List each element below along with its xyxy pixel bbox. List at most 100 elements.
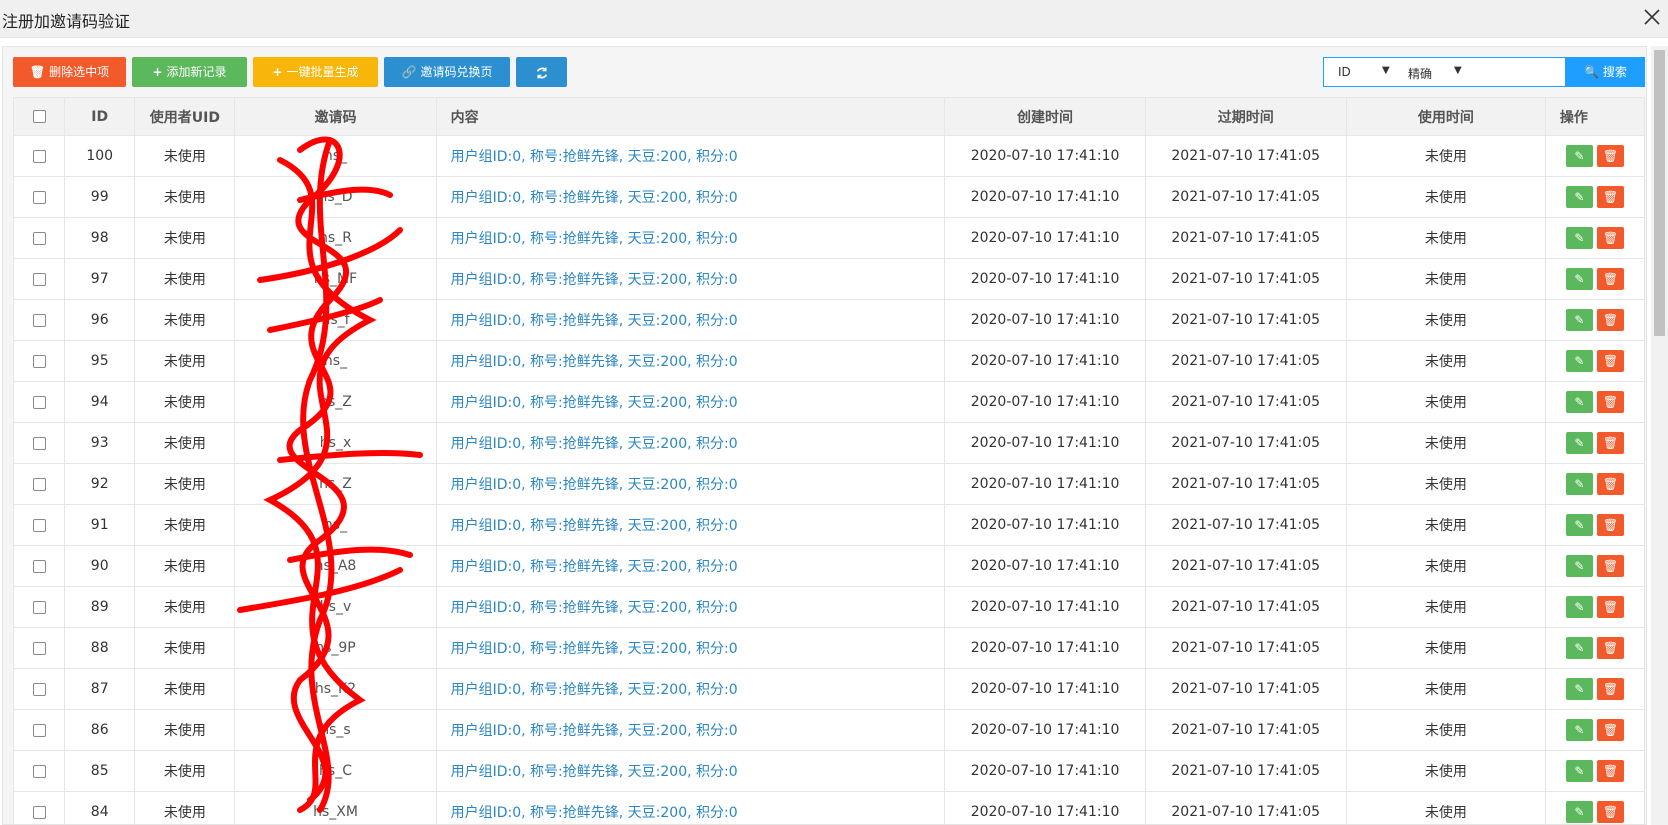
edit-button[interactable]: ✎ [1565, 432, 1593, 454]
delete-button[interactable]: 🗑 [1596, 309, 1624, 331]
row-content[interactable]: 用户组ID:0, 称号:抢鲜先锋, 天豆:200, 积分:0 [435, 627, 946, 669]
refresh-button[interactable] [516, 57, 567, 87]
edit-button[interactable]: ✎ [1565, 186, 1593, 208]
row-expire-time: 2021-07-10 17:41:05 [1144, 258, 1347, 300]
row-content[interactable]: 用户组ID:0, 称号:抢鲜先锋, 天豆:200, 积分:0 [435, 709, 946, 751]
edit-button[interactable]: ✎ [1565, 514, 1593, 536]
vertical-scrollbar[interactable] [1651, 46, 1668, 825]
delete-button[interactable]: 🗑 [1596, 432, 1624, 454]
edit-button[interactable]: ✎ [1565, 760, 1593, 782]
row-uid: 未使用 [134, 381, 236, 423]
row-content[interactable]: 用户组ID:0, 称号:抢鲜先锋, 天豆:200, 积分:0 [435, 299, 946, 341]
row-select-cell [12, 340, 66, 382]
row-checkbox[interactable] [32, 723, 46, 737]
edit-button[interactable]: ✎ [1565, 678, 1593, 700]
column-header-created[interactable]: 创建时间 [944, 97, 1146, 136]
row-content[interactable]: 用户组ID:0, 称号:抢鲜先锋, 天豆:200, 积分:0 [435, 135, 946, 177]
delete-button[interactable]: 🗑 [1596, 801, 1624, 823]
column-header-id[interactable]: ID [64, 97, 136, 136]
delete-button[interactable]: 🗑 [1596, 268, 1624, 290]
edit-button[interactable]: ✎ [1565, 145, 1593, 167]
row-checkbox[interactable] [32, 395, 46, 409]
row-id: 86 [64, 709, 136, 751]
row-checkbox[interactable] [32, 149, 46, 163]
edit-button[interactable]: ✎ [1565, 719, 1593, 741]
row-content[interactable]: 用户组ID:0, 称号:抢鲜先锋, 天豆:200, 积分:0 [435, 340, 946, 382]
delete-button[interactable]: 🗑 [1596, 760, 1624, 782]
delete-button[interactable]: 🗑 [1596, 596, 1624, 618]
row-content[interactable]: 用户组ID:0, 称号:抢鲜先锋, 天豆:200, 积分:0 [435, 381, 946, 423]
delete-selected-button[interactable]: 🗑 删除选中项 [13, 57, 126, 87]
edit-button[interactable]: ✎ [1565, 391, 1593, 413]
row-content[interactable]: 用户组ID:0, 称号:抢鲜先锋, 天豆:200, 积分:0 [435, 463, 946, 505]
row-content[interactable]: 用户组ID:0, 称号:抢鲜先锋, 天豆:200, 积分:0 [435, 750, 946, 792]
row-actions: ✎ 🗑 [1544, 586, 1646, 628]
caret-down-icon[interactable]: ▼ [1454, 65, 1462, 76]
delete-button[interactable]: 🗑 [1596, 350, 1624, 372]
row-expire-time: 2021-07-10 17:41:05 [1144, 217, 1347, 259]
edit-button[interactable]: ✎ [1565, 555, 1593, 577]
row-content[interactable]: 用户组ID:0, 称号:抢鲜先锋, 天豆:200, 积分:0 [435, 545, 946, 587]
row-content[interactable]: 用户组ID:0, 称号:抢鲜先锋, 天豆:200, 积分:0 [435, 668, 946, 710]
row-checkbox[interactable] [32, 764, 46, 778]
edit-button[interactable]: ✎ [1565, 637, 1593, 659]
edit-button[interactable]: ✎ [1565, 596, 1593, 618]
row-checkbox[interactable] [32, 231, 46, 245]
row-checkbox[interactable] [32, 313, 46, 327]
edit-button[interactable]: ✎ [1565, 227, 1593, 249]
trash-icon: 🗑 [1602, 682, 1619, 696]
add-record-button[interactable]: + 添加新记录 [132, 57, 247, 87]
table-row: 86 未使用 hs_s 用户组ID:0, 称号:抢鲜先锋, 天豆:200, 积分:0 2… [12, 709, 1646, 751]
delete-button[interactable]: 🗑 [1596, 473, 1624, 495]
search-field-select[interactable]: ID [1338, 65, 1351, 79]
search-mode-select[interactable]: 精确 [1408, 65, 1432, 82]
row-content[interactable]: 用户组ID:0, 称号:抢鲜先锋, 天豆:200, 积分:0 [435, 586, 946, 628]
scrollbar-thumb[interactable] [1654, 50, 1665, 336]
row-checkbox[interactable] [32, 190, 46, 204]
delete-button[interactable]: 🗑 [1596, 145, 1624, 167]
caret-down-icon[interactable]: ▼ [1382, 65, 1390, 76]
edit-button[interactable]: ✎ [1565, 268, 1593, 290]
delete-button[interactable]: 🗑 [1596, 637, 1624, 659]
column-header-uid[interactable]: 使用者UID [134, 97, 236, 136]
table-row: 88 未使用 hs_9P 用户组ID:0, 称号:抢鲜先锋, 天豆:200, 积分:0… [12, 627, 1646, 669]
row-checkbox[interactable] [32, 518, 46, 532]
search-button[interactable]: 🔍 搜索 [1566, 57, 1645, 87]
select-all-checkbox[interactable] [32, 110, 46, 123]
row-checkbox[interactable] [32, 436, 46, 450]
close-icon[interactable] [1640, 5, 1664, 29]
edit-button[interactable]: ✎ [1565, 350, 1593, 372]
column-header-used[interactable]: 使用时间 [1345, 97, 1546, 136]
row-checkbox[interactable] [32, 682, 46, 696]
row-content[interactable]: 用户组ID:0, 称号:抢鲜先锋, 天豆:200, 积分:0 [435, 791, 946, 824]
batch-generate-button[interactable]: + 一键批量生成 [253, 57, 378, 87]
row-content[interactable]: 用户组ID:0, 称号:抢鲜先锋, 天豆:200, 积分:0 [435, 176, 946, 218]
row-checkbox[interactable] [32, 641, 46, 655]
row-checkbox[interactable] [32, 559, 46, 573]
row-content[interactable]: 用户组ID:0, 称号:抢鲜先锋, 天豆:200, 积分:0 [435, 422, 946, 464]
row-content[interactable]: 用户组ID:0, 称号:抢鲜先锋, 天豆:200, 积分:0 [435, 504, 946, 546]
edit-button[interactable]: ✎ [1565, 473, 1593, 495]
delete-button[interactable]: 🗑 [1596, 678, 1624, 700]
row-created-time: 2020-07-10 17:41:10 [944, 791, 1146, 824]
delete-button[interactable]: 🗑 [1596, 514, 1624, 536]
row-checkbox[interactable] [32, 600, 46, 614]
row-checkbox[interactable] [32, 272, 46, 286]
edit-button[interactable]: ✎ [1565, 801, 1593, 823]
edit-button[interactable]: ✎ [1565, 309, 1593, 331]
row-select-cell [12, 463, 66, 505]
column-header-content[interactable]: 内容 [435, 97, 946, 136]
row-checkbox[interactable] [32, 805, 46, 819]
column-header-code[interactable]: 邀请码 [234, 97, 437, 136]
row-content[interactable]: 用户组ID:0, 称号:抢鲜先锋, 天豆:200, 积分:0 [435, 258, 946, 300]
delete-button[interactable]: 🗑 [1596, 227, 1624, 249]
delete-button[interactable]: 🗑 [1596, 391, 1624, 413]
redeem-page-button[interactable]: 🔗 邀请码兑换页 [384, 57, 510, 87]
column-header-expires[interactable]: 过期时间 [1144, 97, 1347, 136]
delete-button[interactable]: 🗑 [1596, 555, 1624, 577]
delete-button[interactable]: 🗑 [1596, 186, 1624, 208]
delete-button[interactable]: 🗑 [1596, 719, 1624, 741]
row-content[interactable]: 用户组ID:0, 称号:抢鲜先锋, 天豆:200, 积分:0 [435, 217, 946, 259]
row-checkbox[interactable] [32, 477, 46, 491]
row-checkbox[interactable] [32, 354, 46, 368]
